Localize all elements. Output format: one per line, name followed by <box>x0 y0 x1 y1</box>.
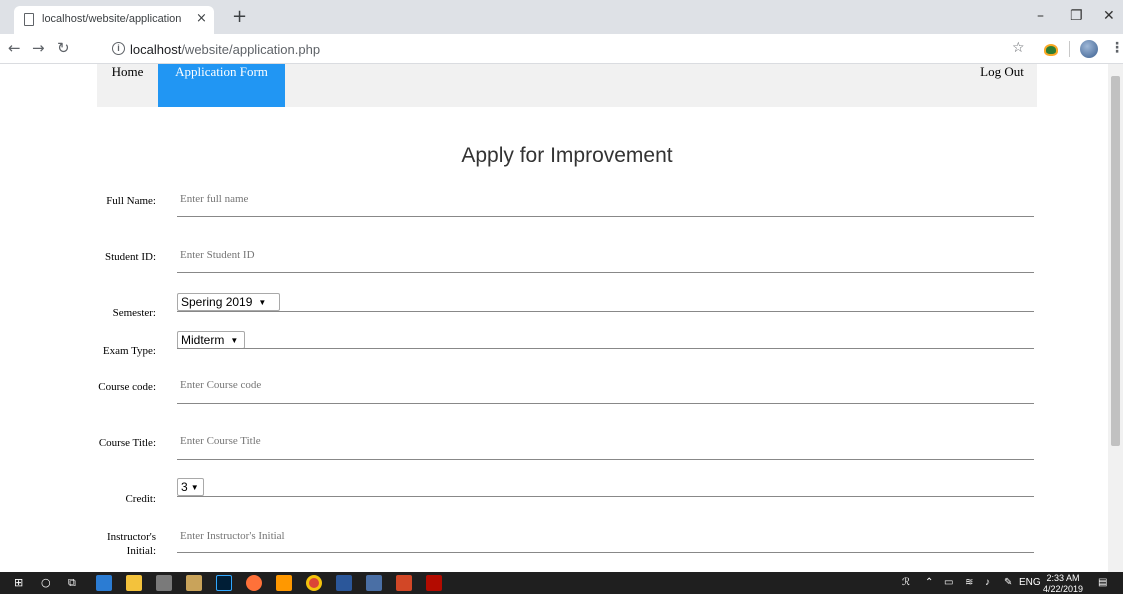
semester-select[interactable]: Spering 2019 ▼ <box>177 293 280 311</box>
exam-type-value: Midterm <box>181 333 225 347</box>
credit-label: Credit: <box>125 493 156 505</box>
course-code-underline <box>177 403 1034 404</box>
nav-logout-link[interactable]: Log Out <box>967 64 1037 107</box>
notifications-icon[interactable]: ▤ <box>1098 577 1107 588</box>
minimize-button[interactable]: – <box>1037 8 1044 24</box>
system-clock[interactable]: 2:33 AM 4/22/2019 <box>1040 573 1086 594</box>
profile-avatar-icon[interactable] <box>1080 40 1098 58</box>
toolbar-divider <box>1069 41 1070 57</box>
file-explorer-icon[interactable] <box>126 575 142 591</box>
word-icon[interactable] <box>336 575 352 591</box>
full-name-underline <box>177 216 1034 217</box>
exam-type-underline <box>177 348 1034 349</box>
search-icon[interactable]: ○ <box>41 576 51 590</box>
course-code-input[interactable] <box>180 379 1030 391</box>
instructor-initial-label-line1: Instructor's <box>106 531 156 543</box>
language-indicator[interactable]: ENG <box>1019 577 1041 588</box>
chrome-icon[interactable] <box>306 575 322 591</box>
instructor-initial-input[interactable] <box>180 530 1030 542</box>
course-title-underline <box>177 459 1034 460</box>
page-scrollbar[interactable] <box>1108 64 1123 572</box>
volume-icon[interactable]: ♪ <box>985 577 990 588</box>
restore-button[interactable]: ❐ <box>1070 8 1083 24</box>
forward-arrow-icon[interactable]: → <box>32 40 45 56</box>
tab-close-icon[interactable]: × <box>196 11 207 26</box>
nav-home-link[interactable]: Home <box>97 64 158 107</box>
browser-toolbar: ← → ↻ i localhost/website/application.ph… <box>0 34 1123 64</box>
full-name-label: Full Name: <box>106 195 156 207</box>
menu-kebab-icon[interactable]: ⋮ <box>1110 40 1123 56</box>
exam-type-select[interactable]: Midterm ▼ <box>177 331 245 349</box>
battery-icon[interactable]: ▭ <box>944 577 953 588</box>
new-tab-button[interactable]: + <box>232 8 247 26</box>
clock-time: 2:33 AM <box>1046 573 1080 583</box>
back-arrow-icon[interactable]: ← <box>8 40 21 56</box>
student-id-input[interactable] <box>180 249 1030 261</box>
tab-title: localhost/website/application.php <box>42 13 182 25</box>
url-host: localhost <box>130 42 182 57</box>
full-name-input[interactable] <box>180 193 1030 205</box>
chevron-down-icon: ▼ <box>230 336 239 345</box>
url-text[interactable]: localhost/website/application.php <box>130 42 320 57</box>
course-title-label: Course Title: <box>98 437 156 449</box>
instructor-initial-label-line2: Initial: <box>126 545 156 557</box>
page-viewport: Home Application Form Log Out Apply for … <box>0 64 1123 572</box>
credit-value: 3 <box>181 480 188 494</box>
semester-underline <box>177 311 1034 312</box>
site-navbar: Home Application Form Log Out <box>97 64 1037 107</box>
acrobat-icon[interactable] <box>426 575 442 591</box>
app-icon[interactable] <box>186 575 202 591</box>
sublime-text-icon[interactable] <box>276 575 292 591</box>
page-title: Apply for Improvement <box>461 144 673 167</box>
chevron-up-icon[interactable]: ⌃ <box>925 577 933 588</box>
close-window-button[interactable]: ✕ <box>1103 8 1115 24</box>
credit-underline <box>177 496 1034 497</box>
windows-taskbar: ⊞ ○ ⧉ ℛ ⌃ ▭ ≋ ♪ ✎ ENG 2:33 AM 4/22/2019 … <box>0 572 1123 594</box>
browser-tab-strip: localhost/website/application.php × + – … <box>0 0 1123 34</box>
exam-type-label: Exam Type: <box>102 345 156 357</box>
course-code-label: Course code: <box>98 381 156 393</box>
windows-start-icon[interactable]: ⊞ <box>14 576 23 590</box>
firefox-icon[interactable] <box>246 575 262 591</box>
address-bar[interactable]: i localhost/website/application.php <box>104 37 1064 61</box>
student-id-underline <box>177 272 1034 273</box>
credit-select[interactable]: 3 ▼ <box>177 478 204 496</box>
photoshop-icon[interactable] <box>216 575 232 591</box>
extension-icon[interactable] <box>1044 44 1058 56</box>
info-icon[interactable]: i <box>112 42 125 55</box>
photos-icon[interactable] <box>366 575 382 591</box>
page-icon <box>24 13 34 26</box>
powerpoint-icon[interactable] <box>396 575 412 591</box>
instructor-initial-underline <box>177 552 1034 553</box>
course-title-input[interactable] <box>180 435 1030 447</box>
semester-label: Semester: <box>112 307 156 319</box>
app-icon[interactable] <box>156 575 172 591</box>
browser-tab[interactable]: localhost/website/application.php × <box>14 6 214 34</box>
url-path: /website/application.php <box>181 42 321 57</box>
wifi-icon[interactable]: ≋ <box>965 577 973 588</box>
nav-application-form-link[interactable]: Application Form <box>158 64 285 107</box>
task-view-icon[interactable]: ⧉ <box>68 576 76 590</box>
chevron-down-icon: ▼ <box>190 483 199 492</box>
bookmark-star-icon[interactable]: ☆ <box>1012 40 1025 56</box>
chevron-down-icon: ▼ <box>258 298 267 307</box>
reload-icon[interactable]: ↻ <box>57 40 70 56</box>
semester-value: Spering 2019 <box>181 295 253 309</box>
pen-icon[interactable]: ✎ <box>1004 577 1012 588</box>
instructor-initial-label: Instructor's Initial: <box>80 530 156 558</box>
clock-date: 4/22/2019 <box>1042 584 1084 594</box>
people-icon[interactable]: ℛ <box>902 577 910 588</box>
student-id-label: Student ID: <box>104 251 156 263</box>
edge-icon[interactable] <box>96 575 112 591</box>
scrollbar-thumb[interactable] <box>1111 76 1120 446</box>
